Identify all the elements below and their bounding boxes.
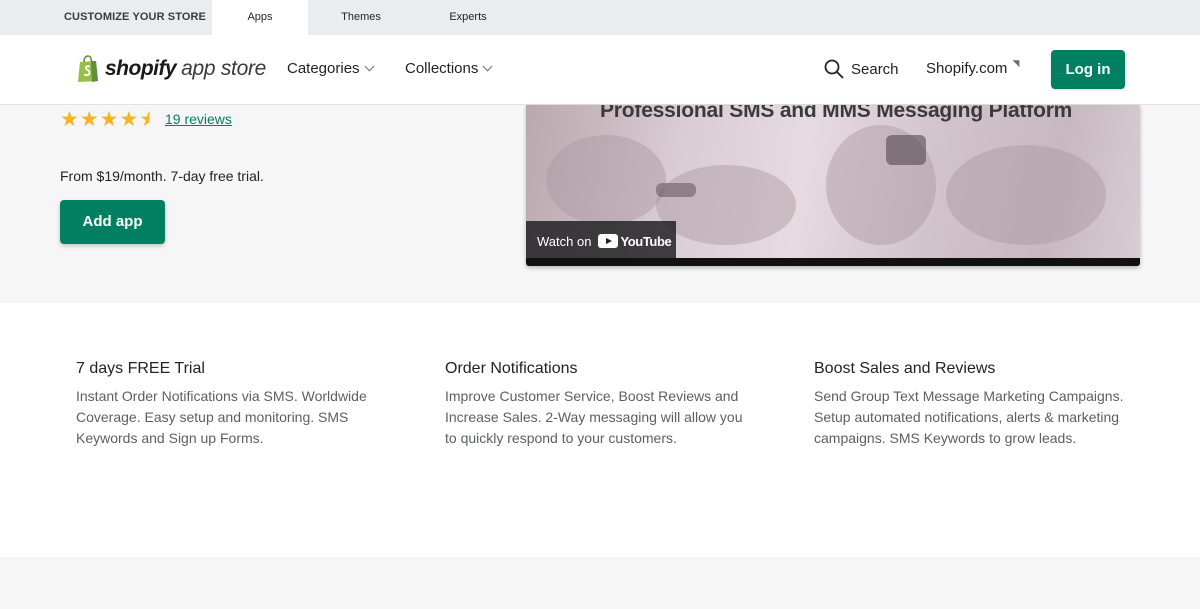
logo-wordmark: shopify (105, 57, 177, 80)
add-app-button[interactable]: Add app (60, 200, 165, 244)
feature-description: Send Group Text Message Marketing Campai… (814, 388, 1124, 446)
tab-experts[interactable]: Experts (420, 0, 516, 35)
nav-categories[interactable]: Categories (287, 60, 374, 77)
nav-collections[interactable]: Collections (405, 60, 493, 77)
video-headline: Professional SMS and MMS Messaging Platf… (600, 105, 1073, 122)
feature-title: Order Notifications (445, 360, 578, 377)
feature-card: Order Notifications Improve Customer Ser… (445, 360, 755, 449)
star-icon: ★ (79, 108, 99, 131)
tab-themes[interactable]: Themes (318, 0, 404, 35)
shopify-bag-icon (78, 55, 98, 82)
reviews-link[interactable]: 19 reviews (165, 111, 232, 127)
watch-on-youtube-button[interactable]: Watch on YouTube (526, 221, 676, 261)
youtube-logo: YouTube (598, 233, 672, 249)
shopify-com-link[interactable]: Shopify.com ◥ (926, 58, 1020, 77)
star-icon: ★ (119, 108, 139, 131)
logo-subtitle: app store (181, 57, 267, 80)
video-player[interactable]: Professional SMS and MMS Messaging Platf… (526, 105, 1140, 266)
watch-on-label: Watch on (537, 233, 592, 249)
star-icon: ★ (60, 108, 79, 131)
feature-title: Boost Sales and Reviews (814, 360, 996, 377)
feature-description: Instant Order Notifications via SMS. Wor… (76, 388, 367, 446)
tab-apps[interactable]: Apps (212, 0, 308, 35)
youtube-label: YouTube (620, 233, 672, 249)
nav-categories-label: Categories (287, 60, 360, 77)
video-progress-bar (526, 258, 1140, 266)
search-button[interactable]: Search (824, 59, 899, 79)
search-icon (824, 59, 844, 79)
tab-customize-your-store[interactable]: CUSTOMIZE YOUR STORE (60, 0, 210, 35)
shopify-com-label: Shopify.com (926, 60, 1008, 77)
star-icon: ★ (99, 108, 119, 131)
app-hero: ★ ★ ★ ★ ★ 19 reviews From $19/month. 7-d… (0, 105, 1200, 303)
chevron-down-icon (364, 61, 374, 72)
login-button[interactable]: Log in (1051, 50, 1125, 89)
youtube-play-icon (598, 234, 619, 248)
shopify-app-store-logo[interactable]: shopify app store (76, 53, 266, 85)
feature-card: 7 days FREE Trial Instant Order Notifica… (76, 360, 386, 449)
feature-highlights: 7 days FREE Trial Instant Order Notifica… (0, 303, 1200, 557)
star-rating: ★ ★ ★ ★ ★ (60, 109, 159, 130)
top-tab-bar: CUSTOMIZE YOUR STORE Apps Themes Experts (0, 0, 1200, 35)
pricing-text: From $19/month. 7-day free trial. (60, 168, 264, 184)
nav-collections-label: Collections (405, 60, 479, 77)
search-label: Search (851, 60, 899, 78)
feature-card: Boost Sales and Reviews Send Group Text … (814, 360, 1124, 449)
external-link-icon: ◥ (1012, 58, 1020, 68)
section-divider (0, 557, 1200, 609)
chevron-down-icon (482, 61, 493, 72)
feature-description: Improve Customer Service, Boost Reviews … (445, 388, 743, 446)
half-star-icon: ★ (139, 108, 159, 131)
site-header: shopify app store Categories Collections… (0, 35, 1200, 105)
feature-title: 7 days FREE Trial (76, 360, 205, 377)
